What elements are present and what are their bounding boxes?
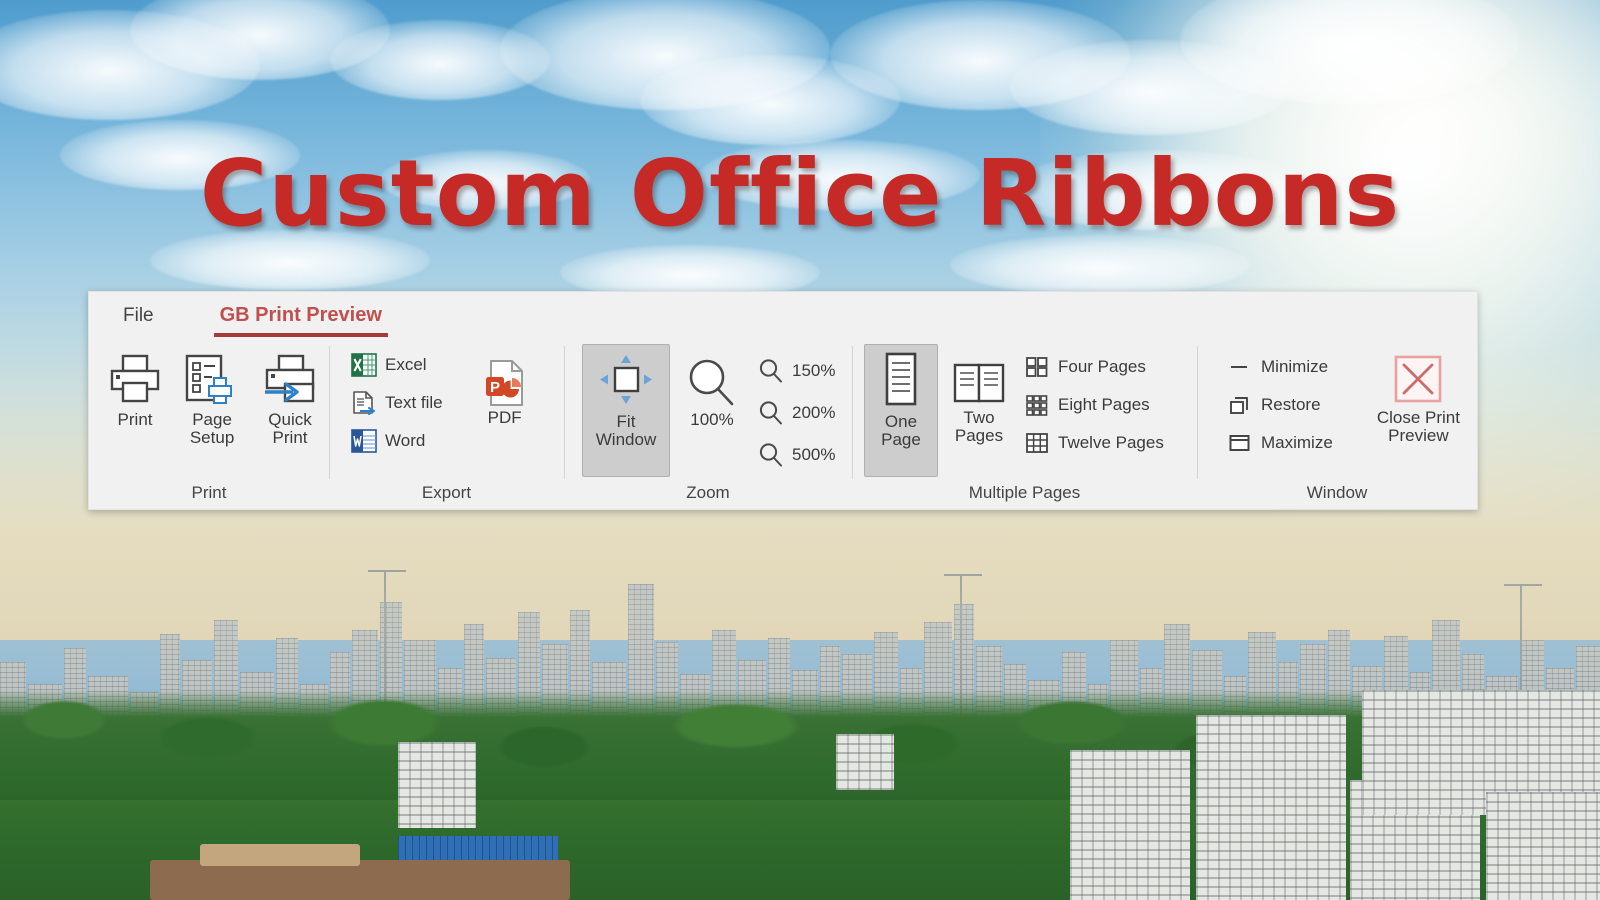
magnifier-icon: [757, 357, 785, 385]
quick-print-button[interactable]: Quick Print: [251, 344, 329, 451]
restore-button[interactable]: Restore: [1223, 388, 1340, 422]
print-button-label: Print: [117, 410, 153, 429]
ribbon-group-multiple-pages: One Page Two Pages Four Pages Eight Page…: [852, 338, 1197, 509]
foreground-building: [398, 742, 476, 828]
tab-gb-print-preview-label: GB Print Preview: [219, 304, 382, 326]
page-setup-icon: [185, 349, 239, 409]
export-word-button[interactable]: Word: [347, 424, 450, 458]
export-pdf-label: PDF: [487, 408, 522, 427]
multiple-pages-small-buttons: Four Pages Eight Pages Twelve Pages: [1020, 344, 1171, 460]
active-tab-underline: [213, 333, 388, 337]
office-ribbon: File GB Print Preview Print Page Setup Q…: [88, 291, 1478, 510]
printer-icon: [109, 349, 161, 409]
zoom-500-button[interactable]: 500%: [754, 436, 842, 474]
twelve-pages-icon: [1023, 429, 1051, 457]
ribbon-group-export: Excel Text file Word P PDF Export: [329, 338, 564, 509]
foreground-building: [836, 734, 894, 790]
group-label-window: Window: [1306, 483, 1368, 502]
fit-window-label: Fit Window: [595, 412, 657, 450]
maximize-button[interactable]: Maximize: [1223, 426, 1340, 460]
tab-file-label: File: [123, 304, 154, 326]
zoom-100-label: 100%: [690, 410, 734, 429]
export-text-file-label: Text file: [385, 393, 443, 412]
zoom-200-label: 200%: [792, 403, 836, 422]
word-icon: [350, 427, 378, 455]
group-label-print: Print: [191, 483, 227, 502]
group-label-zoom: Zoom: [686, 483, 730, 502]
quick-print-icon: [263, 349, 317, 409]
eight-pages-icon: [1023, 391, 1051, 419]
two-pages-button[interactable]: Two Pages: [940, 344, 1018, 449]
ribbon-groups: Print Page Setup Quick Print Print Excel…: [89, 338, 1477, 509]
one-page-icon: [878, 349, 924, 411]
eight-pages-label: Eight Pages: [1058, 395, 1150, 414]
eight-pages-button[interactable]: Eight Pages: [1020, 388, 1171, 422]
pdf-icon: P: [482, 359, 528, 407]
foreground-building: [1070, 750, 1190, 900]
foreground-building: [1196, 715, 1346, 900]
fit-window-button[interactable]: Fit Window: [582, 344, 670, 477]
excel-icon: [350, 351, 378, 379]
export-excel-button[interactable]: Excel: [347, 348, 450, 382]
foreground-building: [1486, 792, 1600, 900]
restore-icon: [1226, 391, 1254, 419]
close-print-preview-icon: [1392, 351, 1444, 407]
minimize-label: Minimize: [1261, 357, 1329, 376]
minimize-icon: [1226, 353, 1254, 381]
group-label-export: Export: [421, 483, 472, 502]
ribbon-tabstrip: File GB Print Preview: [89, 292, 1477, 338]
zoom-100-button[interactable]: 100%: [674, 344, 750, 432]
page-setup-button[interactable]: Page Setup: [173, 344, 251, 451]
page-setup-button-label: Page Setup: [189, 410, 235, 448]
one-page-label: One Page: [881, 412, 921, 450]
svg-text:P: P: [490, 379, 500, 396]
magnifier-icon: [757, 399, 785, 427]
export-word-label: Word: [385, 431, 426, 450]
one-page-button[interactable]: One Page: [864, 344, 938, 477]
print-button[interactable]: Print: [97, 344, 173, 432]
construction-ground: [150, 860, 570, 900]
zoom-150-label: 150%: [792, 361, 836, 380]
maximize-icon: [1226, 429, 1254, 457]
text-file-icon: [350, 389, 378, 417]
export-pdf-button[interactable]: P PDF: [468, 344, 542, 430]
twelve-pages-label: Twelve Pages: [1058, 433, 1164, 452]
zoom-150-button[interactable]: 150%: [754, 352, 842, 390]
minimize-button[interactable]: Minimize: [1223, 350, 1340, 384]
construction-ground: [200, 844, 360, 866]
restore-label: Restore: [1261, 395, 1321, 414]
magnifier-icon: [757, 441, 785, 469]
ribbon-group-print: Print Page Setup Quick Print Print: [89, 338, 329, 509]
four-pages-label: Four Pages: [1058, 357, 1146, 376]
quick-print-button-label: Quick Print: [268, 410, 312, 448]
page-title: Custom Office Ribbons: [199, 140, 1401, 247]
export-small-buttons: Excel Text file Word: [347, 344, 450, 458]
fit-window-icon: [597, 349, 655, 411]
export-excel-label: Excel: [385, 355, 427, 374]
ribbon-group-window: Minimize Restore Maximize Close Print Pr…: [1197, 338, 1477, 509]
ribbon-group-zoom: Fit Window 100% 150% 200% 500% Zoom: [564, 338, 852, 509]
close-print-preview-button[interactable]: Close Print Preview: [1360, 344, 1477, 449]
twelve-pages-button[interactable]: Twelve Pages: [1020, 426, 1171, 460]
window-small-buttons: Minimize Restore Maximize: [1223, 344, 1340, 460]
magnifier-icon: [686, 357, 738, 409]
export-text-file-button[interactable]: Text file: [347, 386, 450, 420]
group-label-multiple-pages: Multiple Pages: [968, 483, 1081, 502]
tab-file[interactable]: File: [111, 306, 166, 325]
close-print-preview-label: Close Print Preview: [1376, 408, 1460, 446]
zoom-preset-buttons: 150% 200% 500%: [754, 344, 842, 474]
two-pages-label: Two Pages: [954, 408, 1004, 446]
maximize-label: Maximize: [1261, 433, 1333, 452]
four-pages-icon: [1023, 353, 1051, 381]
zoom-200-button[interactable]: 200%: [754, 394, 842, 432]
atmospheric-haze: [0, 520, 1600, 700]
four-pages-button[interactable]: Four Pages: [1020, 350, 1171, 384]
two-pages-icon: [950, 359, 1008, 407]
tab-gb-print-preview[interactable]: GB Print Preview: [208, 304, 394, 337]
zoom-500-label: 500%: [792, 445, 836, 464]
